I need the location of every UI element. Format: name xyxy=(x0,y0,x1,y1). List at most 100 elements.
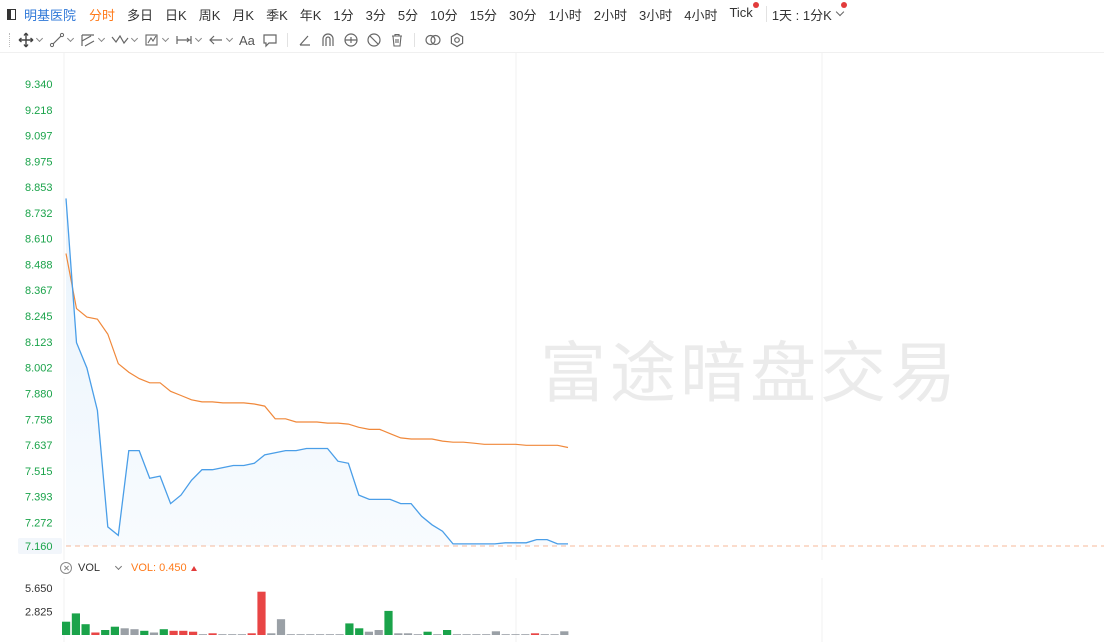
settings-tool[interactable] xyxy=(449,32,465,48)
tab-13[interactable]: 1小时 xyxy=(549,5,582,24)
volume-bar xyxy=(521,634,530,635)
pattern-tool[interactable] xyxy=(144,32,170,48)
note-icon xyxy=(263,34,277,48)
y-tick-label: 8.123 xyxy=(25,337,53,349)
volume-bar xyxy=(482,634,491,635)
sidebar-toggle-icon[interactable] xyxy=(7,8,16,20)
volume-bar xyxy=(91,632,100,635)
tab-6[interactable]: 年K xyxy=(300,5,322,24)
average-price-line xyxy=(65,253,569,449)
chevron-down-icon[interactable] xyxy=(130,34,139,43)
y-tick-label: 9.340 xyxy=(25,79,53,91)
tab-2[interactable]: 日K xyxy=(165,5,187,24)
volume-label: VOL xyxy=(78,562,101,574)
measure-tool[interactable] xyxy=(175,32,203,48)
eye-tool[interactable] xyxy=(343,32,359,48)
link-icon xyxy=(425,34,441,46)
tab-14[interactable]: 2小时 xyxy=(594,5,627,24)
volume-indicator-header: VOL VOL: 0.450 xyxy=(60,560,197,576)
chevron-down-icon[interactable] xyxy=(225,34,234,43)
volume-bar xyxy=(316,634,325,635)
volume-bar xyxy=(423,631,432,635)
volume-bar xyxy=(472,634,481,635)
chevron-down-icon[interactable] xyxy=(66,34,75,43)
drawing-toolbar: Aa xyxy=(0,28,1104,53)
volume-bar xyxy=(228,634,237,635)
tab-1[interactable]: 多日 xyxy=(127,5,153,24)
tab-17[interactable]: Tick xyxy=(729,1,759,24)
volume-bar xyxy=(335,634,344,635)
notification-dot xyxy=(840,1,847,8)
tab-15[interactable]: 3小时 xyxy=(639,5,672,24)
volume-chart-canvas[interactable]: 5.650 2.825 xyxy=(0,578,1104,642)
y-tick-label: 7.272 xyxy=(25,517,53,529)
chevron-down-icon[interactable] xyxy=(161,34,170,43)
y-tick-label: 8.732 xyxy=(25,208,53,220)
tab-3[interactable]: 周K xyxy=(199,5,221,24)
chevron-down-icon[interactable] xyxy=(114,562,123,571)
y-tick-label: 7.393 xyxy=(25,492,53,504)
ruler-tool[interactable] xyxy=(297,32,313,48)
toolbar-divider xyxy=(286,33,288,47)
move-tool[interactable] xyxy=(18,32,44,48)
tab-10[interactable]: 10分 xyxy=(430,5,457,24)
y-tick-label: 7.758 xyxy=(25,414,53,426)
y-tick-label: 8.367 xyxy=(25,285,53,297)
chevron-down-icon[interactable] xyxy=(194,34,203,43)
notification-dot xyxy=(752,1,759,8)
volume-bar xyxy=(237,634,246,635)
stock-name[interactable]: 明基医院 xyxy=(24,5,76,24)
y-tick-label: 8.975 xyxy=(25,156,53,168)
volume-bar xyxy=(62,621,71,635)
tab-16[interactable]: 4小时 xyxy=(684,5,717,24)
volume-bar xyxy=(355,628,364,635)
period-toolbar: 明基医院 分时 多日 日K 周K 月K 季K 年K 1分 3分 5分 10分 15分 30分 1小时 2小时… xyxy=(0,0,1104,28)
price-chart-canvas[interactable]: 富途暗盘交易 9.340 9.218 9.097 8.975 8.853 8.732 8.6… xyxy=(0,52,1104,560)
y-tick-label: 8.002 xyxy=(25,363,53,375)
arrow-tool[interactable] xyxy=(208,32,234,48)
watermark: 富途暗盘交易 xyxy=(540,335,960,412)
drag-handle[interactable] xyxy=(9,33,12,47)
volume-bar xyxy=(101,630,110,635)
intraday-chart[interactable]: 富途暗盘交易 9.340 9.218 9.097 8.975 8.853 8.732 8.6… xyxy=(0,52,1104,560)
line-tool[interactable] xyxy=(49,32,75,48)
close-indicator-icon[interactable] xyxy=(60,562,72,574)
line-icon xyxy=(49,32,65,48)
volume-bar xyxy=(110,626,119,635)
fib-tool[interactable] xyxy=(80,32,106,48)
volume-bar xyxy=(374,630,383,635)
magnet-tool[interactable] xyxy=(320,32,336,48)
y-tick-label: 8.853 xyxy=(25,182,53,194)
volume-value: VOL: 0.450 xyxy=(131,562,187,574)
tab-4[interactable]: 月K xyxy=(232,5,254,24)
volume-bar xyxy=(530,633,540,635)
volume-bar xyxy=(257,591,266,635)
tab-12[interactable]: 30分 xyxy=(509,5,536,24)
volume-bar xyxy=(491,631,500,635)
trash-tool[interactable] xyxy=(389,32,405,48)
chevron-down-icon[interactable] xyxy=(35,34,44,43)
tab-7[interactable]: 1分 xyxy=(333,5,353,24)
tab-0[interactable]: 分时 xyxy=(89,5,115,24)
tab-11[interactable]: 15分 xyxy=(470,5,497,24)
interval-selector[interactable]: 1天 : 1分K xyxy=(772,1,847,24)
volume-bar xyxy=(267,633,276,635)
volume-bar xyxy=(501,634,510,635)
chevron-down-icon[interactable] xyxy=(97,34,106,43)
volume-bar xyxy=(276,619,286,635)
wave-tool[interactable] xyxy=(111,32,139,48)
volume-bar xyxy=(189,631,198,635)
volume-bar xyxy=(540,634,549,635)
link-tool[interactable] xyxy=(424,32,442,48)
tab-9[interactable]: 5分 xyxy=(398,5,418,24)
note-tool[interactable] xyxy=(262,32,278,48)
text-tool[interactable]: Aa xyxy=(239,33,255,48)
volume-bar xyxy=(560,631,569,635)
volume-bar xyxy=(169,630,178,635)
y-tick-label: 9.218 xyxy=(25,105,53,117)
eye-icon xyxy=(344,33,358,47)
hide-tool[interactable] xyxy=(366,32,382,48)
tab-8[interactable]: 3分 xyxy=(366,5,386,24)
tab-5[interactable]: 季K xyxy=(266,5,288,24)
arrow-up-icon xyxy=(190,565,197,571)
